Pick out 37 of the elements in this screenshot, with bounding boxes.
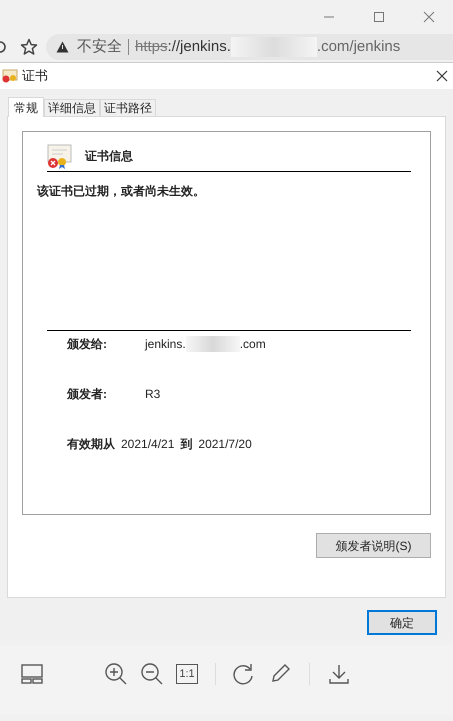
redaction-mark [186, 336, 240, 352]
field-value: .com [240, 336, 266, 353]
tab[interactable]: 证书路径 [100, 99, 156, 116]
status-message: 该证书已过期，或者尚未生效。 [37, 183, 206, 200]
dialog-title: 证书 [22, 67, 48, 86]
certificate-icon [2, 69, 18, 83]
certificate-error-icon [47, 142, 73, 168]
field-label: 颁发者: [67, 386, 108, 403]
star-icon[interactable] [20, 38, 38, 56]
maximize-icon[interactable] [373, 11, 385, 23]
warning-icon [56, 41, 69, 53]
download-icon[interactable] [328, 663, 350, 685]
url-path: .com/jenkins [316, 36, 400, 57]
section-title: 证书信息 [85, 148, 133, 164]
ok-button[interactable]: 确定 [367, 610, 437, 635]
tab[interactable]: 详细信息 [44, 99, 100, 116]
reload-icon [0, 40, 6, 54]
field-value: jenkins. [145, 336, 186, 353]
field-label: 颁发给: [67, 336, 108, 353]
url-scheme: https [135, 36, 168, 57]
field-label: 到 [180, 436, 192, 453]
zoom-out-icon[interactable] [140, 662, 164, 686]
layout-icon[interactable] [21, 664, 43, 684]
issuer-statement-button[interactable]: 颁发者说明(S) [316, 533, 431, 558]
field-value: 2021/4/21 [121, 436, 174, 453]
rotate-icon[interactable] [232, 663, 254, 685]
security-label: 不安全 [77, 36, 122, 57]
pencil-icon[interactable] [269, 663, 291, 685]
actual-size-button[interactable]: 1:1 [176, 664, 198, 684]
field-value: R3 [145, 386, 160, 403]
url-host: ://jenkins. [168, 36, 231, 57]
close-icon[interactable] [436, 70, 448, 82]
field-value: 2021/7/20 [198, 436, 252, 453]
address-bar[interactable]: 不安全 https://jenkins. .com/jenkins [46, 34, 453, 60]
field-label: 有效期从 [67, 436, 115, 453]
tab[interactable]: 常规 [8, 97, 44, 117]
zoom-in-icon[interactable] [104, 662, 128, 686]
